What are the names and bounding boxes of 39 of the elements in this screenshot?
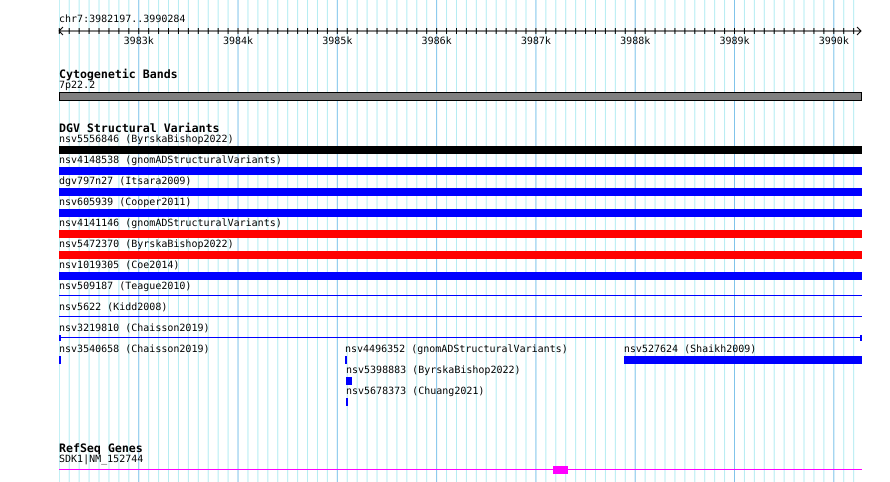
variant-label[interactable]: nsv3219810 (Chaisson2019)	[59, 323, 210, 335]
variant-label[interactable]: nsv527624 (Shaikh2009)	[624, 344, 756, 356]
variant-label[interactable]: dgv797n27 (Itsara2009)	[59, 176, 192, 188]
band-label: 7p22.2	[59, 80, 96, 92]
variant-line[interactable]	[59, 337, 862, 338]
variant-label[interactable]: nsv1019305 (Coe2014)	[59, 260, 180, 272]
cytoband-bar[interactable]	[59, 92, 862, 101]
ruler-tick-label: 3983k	[124, 36, 154, 48]
variant-bar[interactable]	[344, 356, 347, 364]
variant-line[interactable]	[59, 295, 862, 296]
track-title: Cytogenetic Bands	[59, 68, 178, 80]
variant-label[interactable]: nsv5678373 (Chuang2021)	[346, 386, 484, 398]
variant-label[interactable]: nsv605939 (Cooper2011)	[59, 197, 192, 209]
genome-location: chr7:3982197..3990284	[59, 13, 186, 26]
variant-end-mark	[59, 335, 61, 341]
ruler-tick-label: 3989k	[719, 36, 750, 48]
track-title: RefSeq Genes	[59, 442, 143, 454]
variant-label[interactable]: nsv5472370 (ByrskaBishop2022)	[59, 239, 234, 251]
variant-end-mark	[860, 335, 862, 341]
ruler-tick-label: 3990k	[818, 36, 849, 48]
gene-label[interactable]: SDK1|NM_152744	[59, 454, 144, 466]
ruler-tick-label: 3986k	[422, 36, 452, 48]
exon-block[interactable]	[552, 466, 568, 474]
variant-label[interactable]: nsv5398883 (ByrskaBishop2022)	[346, 365, 521, 377]
variant-label[interactable]: nsv509187 (Teague2010)	[59, 281, 192, 293]
variant-label[interactable]: nsv4148538 (gnomADStructuralVariants)	[59, 155, 282, 167]
variant-bar[interactable]	[346, 377, 352, 385]
variant-label[interactable]: nsv4141146 (gnomADStructuralVariants)	[59, 218, 282, 230]
variant-label[interactable]: nsv5556846 (ByrskaBishop2022)	[59, 134, 234, 146]
ruler-tick-label: 3984k	[222, 36, 254, 48]
ruler-tick-label: 3987k	[520, 36, 551, 48]
variant-line[interactable]	[59, 316, 862, 317]
variant-bar[interactable]	[346, 398, 348, 406]
variant-label[interactable]: nsv5622 (Kidd2008)	[59, 302, 168, 314]
track-title: DGV Structural Variants	[59, 122, 220, 134]
variant-label[interactable]: nsv4496352 (gnomADStructuralVariants)	[344, 344, 568, 356]
ruler-tick-label: 3985k	[322, 36, 352, 48]
variant-label[interactable]: nsv3540658 (Chaisson2019)	[59, 344, 210, 356]
ruler-tick-label: 3988k	[620, 36, 650, 48]
